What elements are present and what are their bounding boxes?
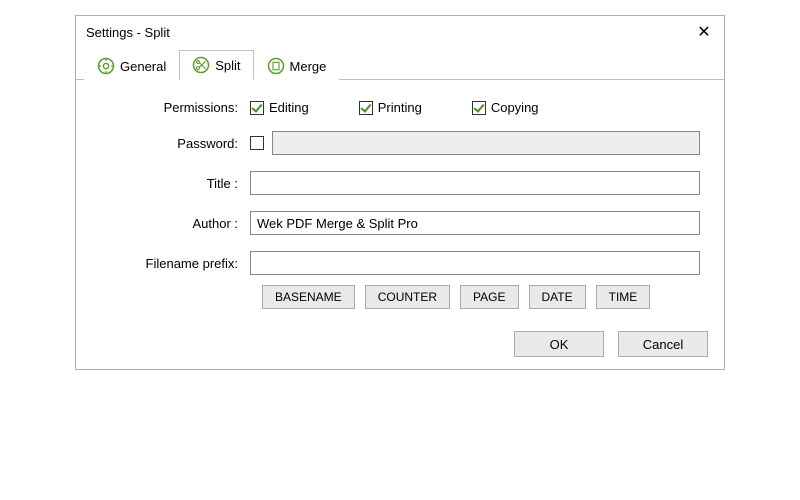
date-button[interactable]: DATE [529,285,586,309]
cancel-button[interactable]: Cancel [618,331,708,357]
tab-general[interactable]: General [84,51,179,80]
tab-general-label: General [120,59,166,74]
gear-icon [97,57,115,75]
title-input[interactable] [250,171,700,195]
checkbox-icon [472,101,486,115]
permission-editing[interactable]: Editing [250,100,309,115]
checkbox-icon [359,101,373,115]
tab-split-label: Split [215,58,240,73]
author-input[interactable] [250,211,700,235]
permission-copying-label: Copying [491,100,539,115]
scissors-icon [192,56,210,74]
tab-merge[interactable]: Merge [254,51,340,80]
merge-icon [267,57,285,75]
tab-merge-label: Merge [290,59,327,74]
close-icon[interactable]: ✕ [694,22,714,42]
permission-copying[interactable]: Copying [472,100,539,115]
author-label: Author : [100,216,250,231]
time-button[interactable]: TIME [596,285,651,309]
password-enable-checkbox[interactable] [250,136,264,150]
filename-prefix-input[interactable] [250,251,700,275]
tab-strip: General Split Merge [76,48,724,80]
settings-dialog: Settings - Split ✕ General Split Merge P… [75,15,725,370]
titlebar: Settings - Split ✕ [76,16,724,46]
filename-token-buttons: BASENAME COUNTER PAGE DATE TIME [262,285,700,309]
dialog-title: Settings - Split [86,25,170,40]
checkbox-icon [250,136,264,150]
tab-split[interactable]: Split [179,50,253,80]
password-input [272,131,700,155]
counter-button[interactable]: COUNTER [365,285,450,309]
checkbox-icon [250,101,264,115]
permission-editing-label: Editing [269,100,309,115]
page-button[interactable]: PAGE [460,285,518,309]
title-label: Title : [100,176,250,191]
filename-prefix-label: Filename prefix: [100,256,250,271]
permission-printing[interactable]: Printing [359,100,422,115]
permissions-label: Permissions: [100,100,250,115]
permission-printing-label: Printing [378,100,422,115]
tab-content-split: Permissions: Editing Printing Copying [76,80,724,321]
dialog-footer: OK Cancel [76,321,724,369]
ok-button[interactable]: OK [514,331,604,357]
password-label: Password: [100,136,250,151]
basename-button[interactable]: BASENAME [262,285,355,309]
